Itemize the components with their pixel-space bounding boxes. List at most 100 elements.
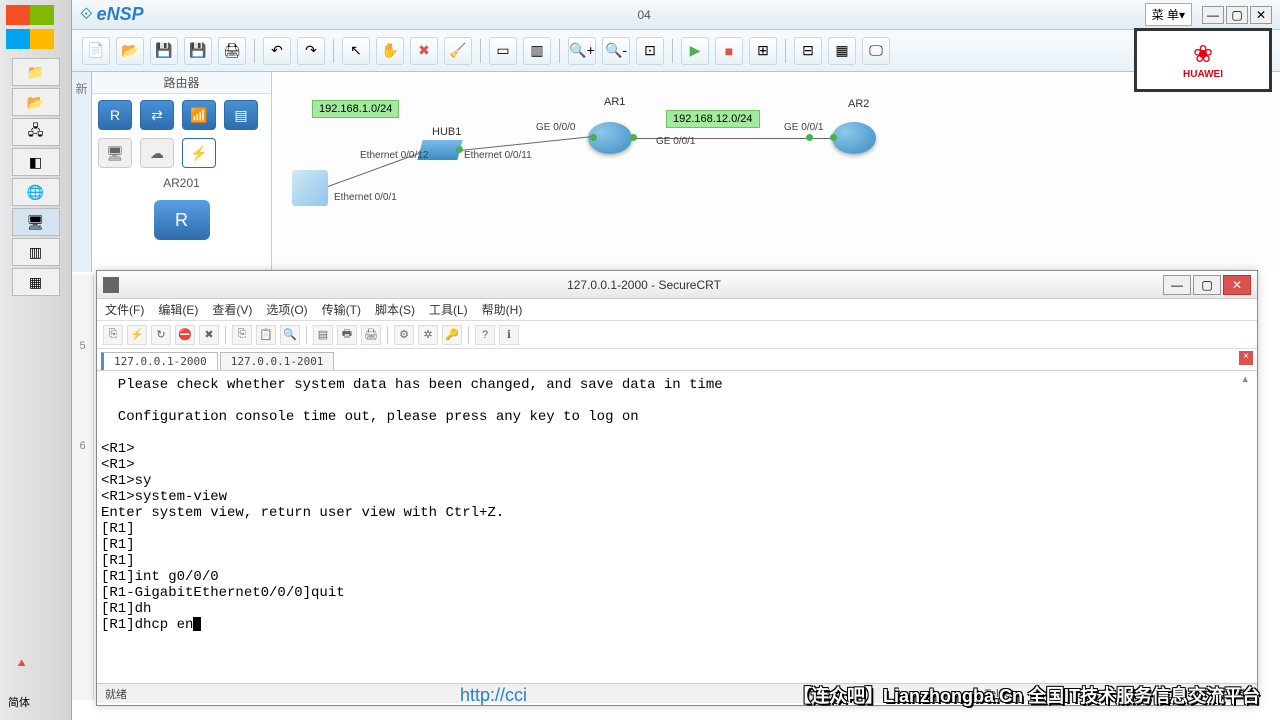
ime-indicator[interactable]: 简体 — [8, 694, 30, 710]
terminal-cursor — [193, 617, 201, 631]
crt-about-icon[interactable]: ℹ — [499, 325, 519, 345]
palette-firewall-icon[interactable]: ▤ — [224, 100, 258, 130]
broom-icon[interactable]: 🧹 — [444, 37, 472, 65]
ensp-titlebar: ⟐ eNSP 04 菜 单▾ — ▢ ✕ — [72, 0, 1280, 30]
crt-help-icon[interactable]: ? — [475, 325, 495, 345]
palette-wlan-icon[interactable]: 📶 — [182, 100, 216, 130]
crt-reconnect-icon[interactable]: ↻ — [151, 325, 171, 345]
grid-icon[interactable]: ▦ — [828, 37, 856, 65]
slide-6[interactable]: 6 — [72, 400, 93, 500]
taskbar-item-net[interactable]: 🖧 — [12, 118, 60, 146]
crt-app-icon — [103, 277, 119, 293]
crt-connect-icon[interactable]: ⎘ — [103, 325, 123, 345]
ensp-doc-title: 04 — [144, 8, 1145, 22]
taskbar-item-app1[interactable]: ◧ — [12, 148, 60, 176]
text-icon[interactable]: ▭ — [489, 37, 517, 65]
taskbar-item-app3[interactable]: ▦ — [12, 268, 60, 296]
crt-key-icon[interactable]: 🔑 — [442, 325, 462, 345]
stop-icon[interactable]: ■ — [715, 37, 743, 65]
pointer-icon[interactable]: ↖ — [342, 37, 370, 65]
crt-maximize-button[interactable]: ▢ — [1193, 275, 1221, 295]
taskbar-item-app2[interactable]: 🌐 — [12, 178, 60, 206]
capture-icon[interactable]: ⊞ — [749, 37, 777, 65]
crt-paste-icon[interactable]: 📋 — [256, 325, 276, 345]
menu-tools[interactable]: 工具(L) — [429, 301, 468, 318]
session-tab-1[interactable]: 127.0.0.1-2000 — [101, 352, 218, 370]
crt-quickconnect-icon[interactable]: ⚡ — [127, 325, 147, 345]
huawei-flower-icon: ❀ — [1193, 40, 1213, 69]
ensp-menu-button[interactable]: 菜 单▾ — [1145, 3, 1192, 26]
crt-title-text: 127.0.0.1-2000 - SecureCRT — [127, 278, 1161, 292]
close-button[interactable]: ✕ — [1250, 6, 1272, 24]
palette-cloud-icon[interactable]: ☁ — [140, 138, 174, 168]
ensp-window: ⟐ eNSP 04 菜 单▾ — ▢ ✕ 📄 📂 💾 💾 🖨 ↶ ↷ ↖ ✋ ✖… — [72, 0, 1280, 275]
scrollbar-up-icon[interactable]: ▴ — [1241, 371, 1255, 388]
menu-file[interactable]: 文件(F) — [105, 301, 144, 318]
save-icon[interactable]: 💾 — [150, 37, 178, 65]
menu-view[interactable]: 查看(V) — [212, 301, 252, 318]
maximize-button[interactable]: ▢ — [1226, 6, 1248, 24]
securecrt-window: 127.0.0.1-2000 - SecureCRT — ▢ ✕ 文件(F) 编… — [96, 270, 1258, 706]
undo-icon[interactable]: ↶ — [263, 37, 291, 65]
zoomin-icon[interactable]: 🔍+ — [568, 37, 596, 65]
palette-switch-icon[interactable]: ⇄ — [140, 100, 174, 130]
fit-icon[interactable]: ⊡ — [636, 37, 664, 65]
ensp-logo-icon: ⟐ — [80, 6, 93, 24]
session-tab-2[interactable]: 127.0.0.1-2001 — [220, 352, 335, 370]
palette-pc-icon[interactable]: 🖥 — [98, 138, 132, 168]
taskbar-item-folder[interactable]: 📁 — [12, 58, 60, 86]
menu-script[interactable]: 脚本(S) — [375, 301, 415, 318]
link-status-dot — [830, 134, 837, 141]
crt-copy-icon[interactable]: ⎘ — [232, 325, 252, 345]
start-icon[interactable]: ▶ — [681, 37, 709, 65]
delete-icon[interactable]: ✖ — [410, 37, 438, 65]
crt-settings-icon[interactable]: ✲ — [418, 325, 438, 345]
note-icon[interactable]: ▥ — [523, 37, 551, 65]
minimize-button[interactable]: — — [1202, 6, 1224, 24]
crt-disconnect2-icon[interactable]: ✖ — [199, 325, 219, 345]
zoomout-icon[interactable]: 🔍- — [602, 37, 630, 65]
slide-5[interactable]: 5 — [72, 300, 93, 400]
palette-link-icon[interactable]: ⚡ — [182, 138, 216, 168]
redo-icon[interactable]: ↷ — [297, 37, 325, 65]
crt-menubar: 文件(F) 编辑(E) 查看(V) 选项(O) 传输(T) 脚本(S) 工具(L… — [97, 299, 1257, 321]
port-eth0012: Ethernet 0/0/12 — [360, 150, 428, 161]
menu-transfer[interactable]: 传输(T) — [322, 301, 361, 318]
print-icon[interactable]: 🖨 — [218, 37, 246, 65]
crt-session-icon[interactable]: ▤ — [313, 325, 333, 345]
tray-icon[interactable]: 🔺 — [14, 656, 29, 670]
crt-close-button[interactable]: ✕ — [1223, 275, 1251, 295]
os-taskbar: 📁 📂 🖧 ◧ 🌐 🖥 ▥ ▦ 🔺 简体 — [0, 0, 72, 720]
menu-help[interactable]: 帮助(H) — [482, 301, 523, 318]
taskbar-item-crt[interactable]: 🖥 — [12, 208, 60, 236]
watermark-text: 【连众吧】Lianzhongba.Cn 全国IT技术服务信息交流平台 — [793, 682, 1260, 708]
taskbar-item-folder2[interactable]: 📂 — [12, 88, 60, 116]
palette-router-icon[interactable]: R — [98, 100, 132, 130]
tab-close-button[interactable]: × — [1239, 351, 1253, 365]
crt-minimize-button[interactable]: — — [1163, 275, 1191, 295]
crt-print2-icon[interactable]: 🖨 — [361, 325, 381, 345]
topo-icon[interactable]: ⊟ — [794, 37, 822, 65]
palette-selected-device[interactable]: R — [154, 200, 210, 240]
taskbar-item-ppt[interactable]: ▥ — [12, 238, 60, 266]
hand-icon[interactable]: ✋ — [376, 37, 404, 65]
crt-toolbar: ⎘ ⚡ ↻ ⛔ ✖ ⎘ 📋 🔍 ▤ 🖶 🖨 ⚙ ✲ 🔑 ? ℹ — [97, 321, 1257, 349]
start-logo[interactable] — [6, 5, 66, 53]
saveas-icon[interactable]: 💾 — [184, 37, 212, 65]
device-palette: 路由器 R ⇄ 📶 ▤ 🖥 ☁ ⚡ AR201 R — [92, 72, 272, 272]
display-icon[interactable]: 🖵 — [862, 37, 890, 65]
menu-options[interactable]: 选项(O) — [266, 301, 307, 318]
new-icon[interactable]: 📄 — [82, 37, 110, 65]
open-icon[interactable]: 📂 — [116, 37, 144, 65]
port-eth001: Ethernet 0/0/1 — [334, 192, 397, 203]
menu-edit[interactable]: 编辑(E) — [158, 301, 198, 318]
terminal-output[interactable]: ▴ Please check whether system data has b… — [97, 371, 1257, 683]
ar2-label: AR2 — [848, 98, 869, 110]
crt-disconnect-icon[interactable]: ⛔ — [175, 325, 195, 345]
pc-device[interactable] — [292, 170, 328, 206]
crt-print-icon[interactable]: 🖶 — [337, 325, 357, 345]
ar2-device[interactable] — [832, 122, 876, 154]
crt-find-icon[interactable]: 🔍 — [280, 325, 300, 345]
crt-props-icon[interactable]: ⚙ — [394, 325, 414, 345]
topology-canvas[interactable]: 192.168.1.0/24 192.168.12.0/24 AR1 AR2 H… — [272, 72, 1280, 272]
